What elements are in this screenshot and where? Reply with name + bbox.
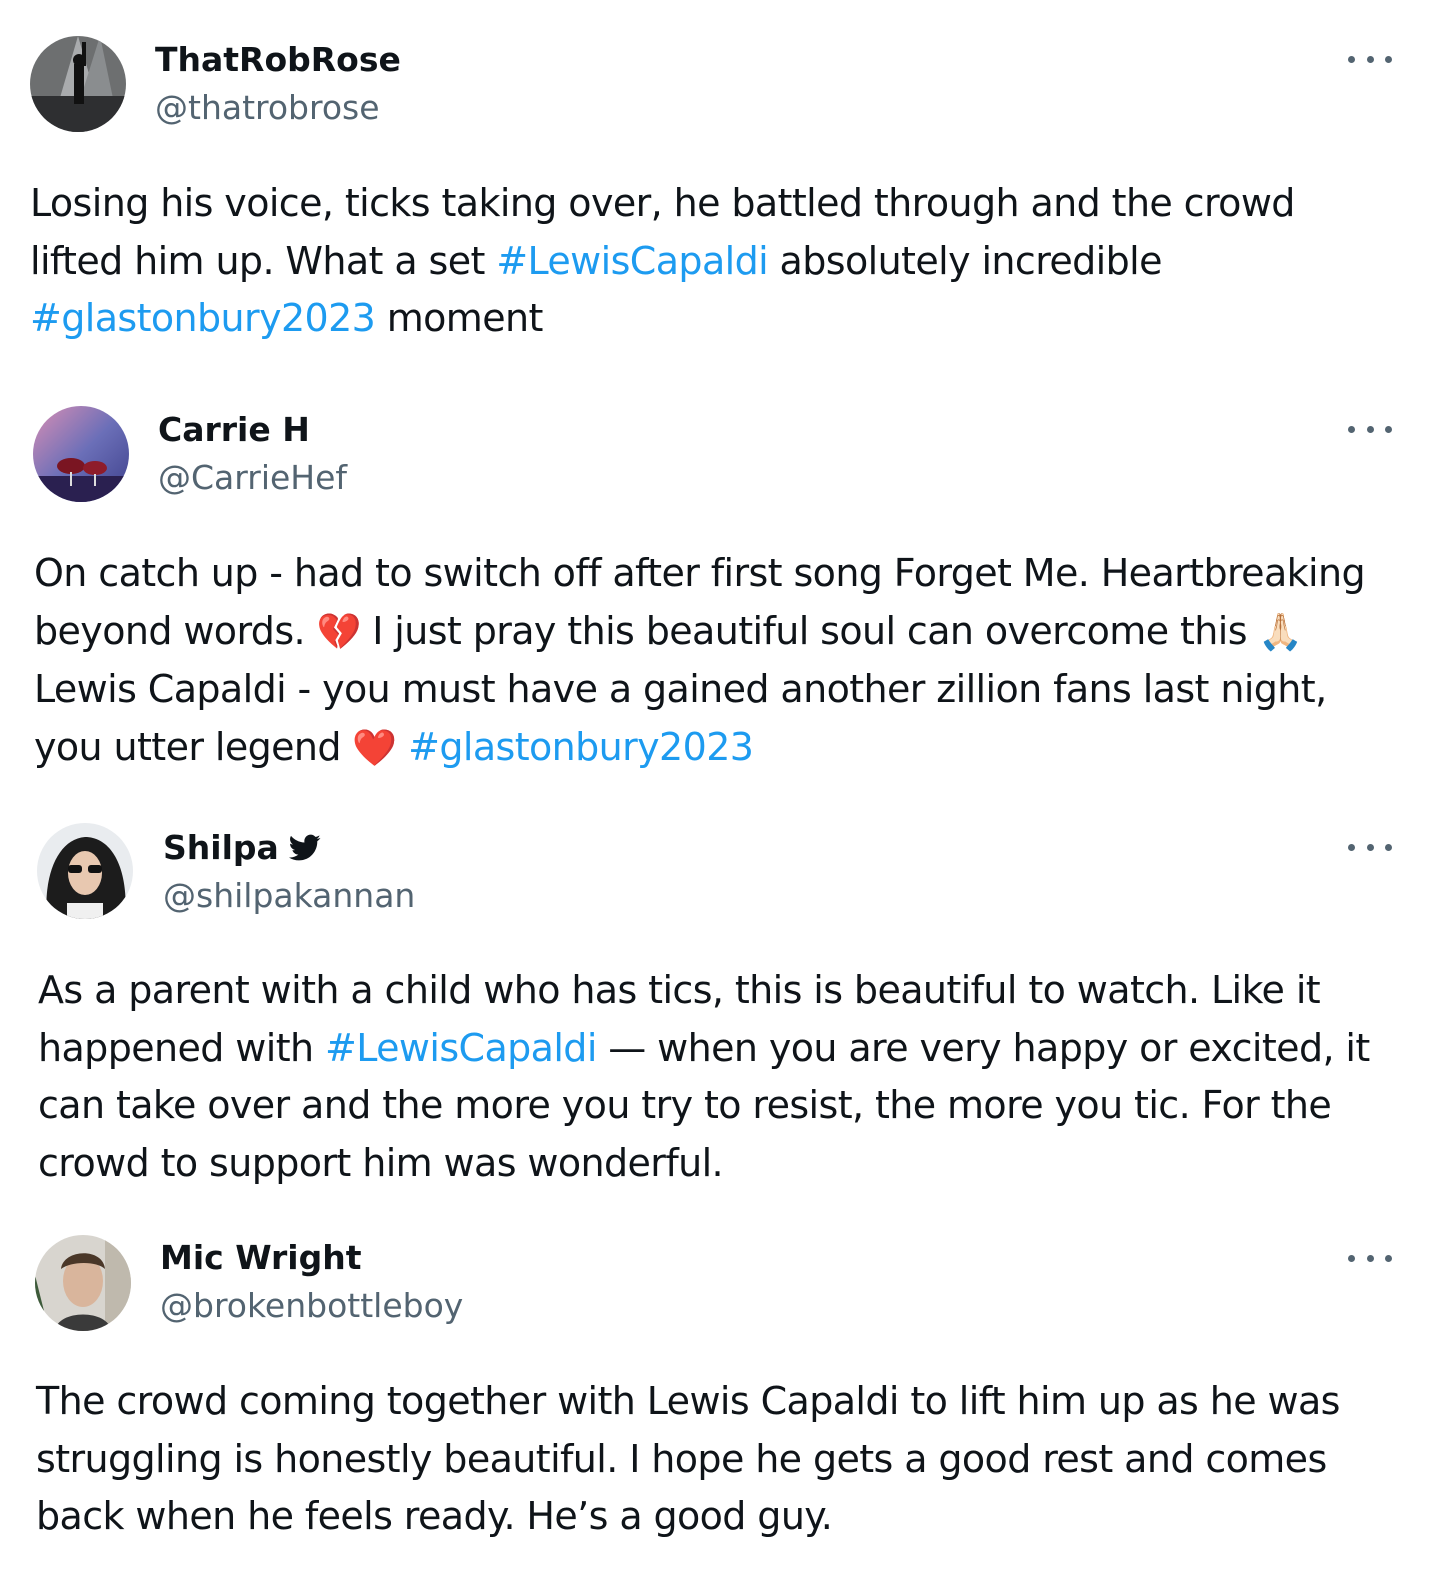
emoji: ❤️	[352, 727, 397, 769]
display-name-text: Mic Wright	[160, 1238, 362, 1277]
avatar[interactable]	[35, 1235, 131, 1331]
tweet-text-run: struggling is honestly beautiful. I hope…	[36, 1436, 1327, 1481]
display-name[interactable]: Carrie H	[158, 410, 310, 450]
tweet-text-run: absolutely incredible	[768, 238, 1163, 283]
tweet-line: back when he feels ready. He’s a good gu…	[36, 1488, 1406, 1546]
tweet-text-run: The crowd coming together with Lewis Cap…	[36, 1379, 1340, 1423]
hashtag-link[interactable]: #LewisCapaldi	[496, 239, 768, 283]
tweet-text-run: back when he feels ready. He’s a good gu…	[36, 1494, 833, 1538]
bird-badge-icon	[288, 834, 321, 862]
tweet-line: On catch up - had to switch off after fi…	[34, 545, 1404, 603]
tweet-line: The crowd coming together with Lewis Cap…	[36, 1373, 1406, 1431]
tweet-line: #glastonbury2023 moment	[30, 290, 1400, 348]
tweet-text-run: beyond words.	[34, 608, 317, 653]
tweet-text: On catch up - had to switch off after fi…	[34, 545, 1404, 777]
more-dots-icon[interactable]	[1348, 837, 1392, 857]
avatar[interactable]	[37, 823, 133, 919]
display-name[interactable]: ThatRobRose	[155, 40, 401, 80]
display-name-text: Shilpa	[163, 828, 279, 867]
tweet-text: As a parent with a child who has tics, t…	[38, 962, 1408, 1192]
tweet-line: As a parent with a child who has tics, t…	[38, 962, 1408, 1020]
more-dots-icon[interactable]	[1348, 49, 1392, 69]
tweet-line: Lewis Capaldi - you must have a gained a…	[34, 661, 1404, 719]
tweet-text-run: As a parent with a child who has tics, t…	[38, 968, 1321, 1012]
tweet-text-run: Losing his voice, ticks taking over, he …	[30, 181, 1295, 225]
tweet-text: The crowd coming together with Lewis Cap…	[36, 1373, 1406, 1546]
emoji: 💔	[316, 611, 361, 653]
tweet-text-run: — when you are very happy or excited, it	[596, 1025, 1370, 1070]
tweet-line: struggling is honestly beautiful. I hope…	[36, 1431, 1406, 1489]
tweet-text-run: you utter legend	[34, 724, 353, 769]
user-handle[interactable]: @brokenbottleboy	[160, 1286, 463, 1326]
display-name[interactable]: Shilpa	[163, 828, 321, 868]
emoji: 🙏🏻	[1258, 611, 1303, 653]
hashtag-link[interactable]: #glastonbury2023	[30, 296, 376, 340]
display-name-text: ThatRobRose	[155, 40, 401, 79]
tweet-line: Losing his voice, ticks taking over, he …	[30, 175, 1400, 233]
display-name[interactable]: Mic Wright	[160, 1238, 362, 1278]
tweet-text-run: On catch up - had to switch off after fi…	[34, 551, 1366, 595]
user-handle[interactable]: @thatrobrose	[155, 88, 380, 128]
tweet-text-run: moment	[375, 296, 544, 340]
tweet-line: you utter legend ❤️ #glastonbury2023	[34, 719, 1404, 778]
more-dots-icon[interactable]	[1348, 419, 1392, 439]
avatar[interactable]	[30, 36, 126, 132]
tweet-text-run	[397, 725, 408, 769]
hashtag-link[interactable]: #glastonbury2023	[408, 725, 754, 769]
tweet-line: lifted him up. What a set #LewisCapaldi …	[30, 233, 1400, 291]
more-dots-icon[interactable]	[1348, 1248, 1392, 1268]
tweet-text-run: I just pray this beautiful soul can over…	[360, 608, 1259, 653]
tweet-text-run: happened with	[38, 1025, 325, 1070]
hashtag-link[interactable]: #LewisCapaldi	[325, 1026, 597, 1070]
user-handle[interactable]: @CarrieHef	[158, 458, 347, 498]
avatar[interactable]	[33, 406, 129, 502]
tweet-line: crowd to support him was wonderful.	[38, 1135, 1408, 1193]
tweet-line: happened with #LewisCapaldi — when you a…	[38, 1020, 1408, 1078]
user-handle[interactable]: @shilpakannan	[163, 876, 415, 916]
tweet-text: Losing his voice, ticks taking over, he …	[30, 175, 1400, 348]
tweet-text-run: crowd to support him was wonderful.	[38, 1140, 724, 1185]
tweet-line: beyond words. 💔 I just pray this beautif…	[34, 603, 1404, 662]
display-name-text: Carrie H	[158, 410, 310, 449]
tweet-text-run: Lewis Capaldi - you must have a gained a…	[34, 667, 1327, 711]
tweet-text-run: lifted him up. What a set	[30, 238, 497, 283]
tweet-line: can take over and the more you try to re…	[38, 1077, 1408, 1135]
tweet-text-run: can take over and the more you try to re…	[38, 1083, 1332, 1127]
